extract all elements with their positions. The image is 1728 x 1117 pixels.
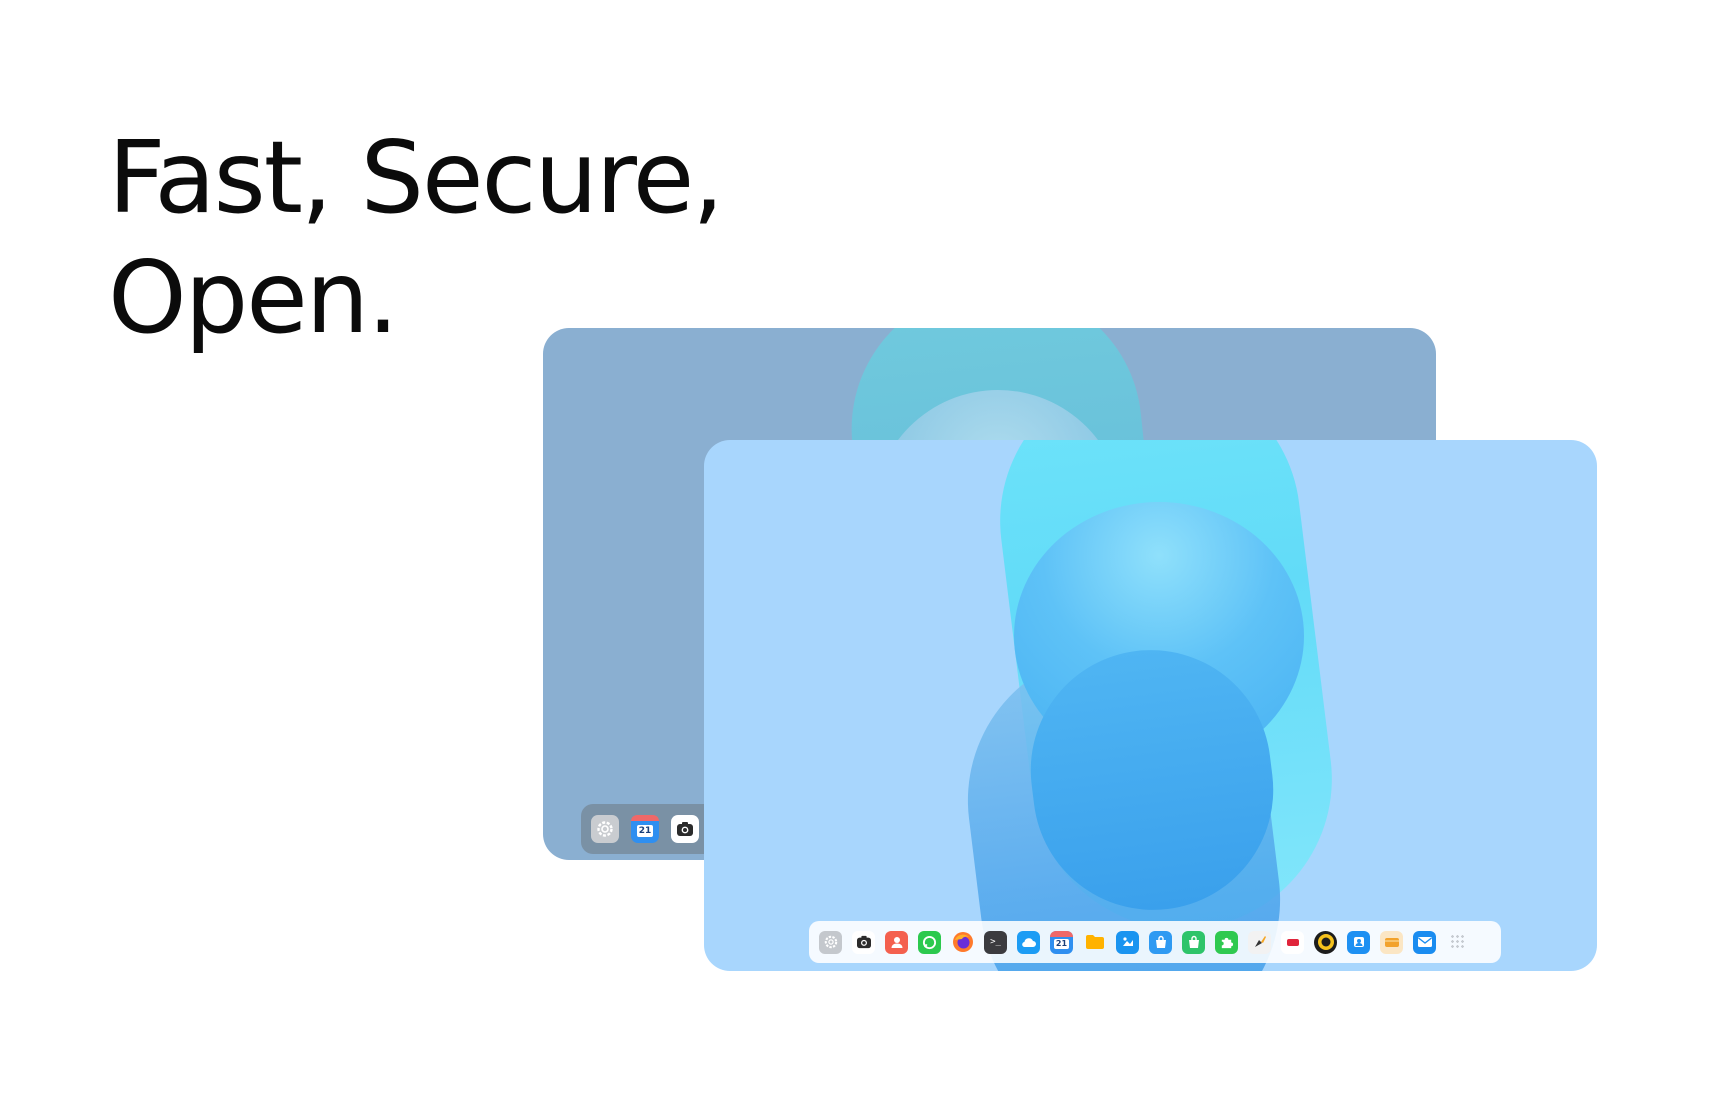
front-desktop-window: >_ 21 xyxy=(704,440,1597,971)
settings-icon[interactable] xyxy=(591,815,619,843)
mail-icon[interactable] xyxy=(1413,930,1436,954)
calendar-day: 21 xyxy=(636,825,654,837)
calendar-icon[interactable]: 21 xyxy=(631,815,659,843)
profile-icon[interactable] xyxy=(1347,930,1370,954)
calendar-icon[interactable]: 21 xyxy=(1050,930,1073,954)
store-icon[interactable] xyxy=(1149,930,1172,954)
headline: Fast, Secure, Open. xyxy=(108,118,724,358)
android-store-icon[interactable] xyxy=(1182,930,1205,954)
firefox-icon[interactable] xyxy=(951,931,974,954)
messages-icon[interactable] xyxy=(918,930,941,954)
weather-icon[interactable] xyxy=(1017,930,1040,954)
contacts-icon[interactable] xyxy=(885,930,908,954)
dock: >_ 21 xyxy=(809,921,1501,963)
app-grid-icon[interactable] xyxy=(1446,931,1469,954)
files-icon[interactable] xyxy=(1083,931,1106,954)
extensions-icon[interactable] xyxy=(1215,930,1238,954)
headline-line-1: Fast, Secure, xyxy=(108,119,724,236)
wallet-icon[interactable] xyxy=(1380,930,1403,954)
music-icon[interactable] xyxy=(1314,930,1337,954)
camera-icon[interactable] xyxy=(671,815,699,843)
settings-icon[interactable] xyxy=(819,930,842,954)
camera-icon[interactable] xyxy=(852,930,875,954)
notes-icon[interactable] xyxy=(1281,930,1304,954)
calendar-day: 21 xyxy=(1053,939,1070,949)
paint-icon[interactable] xyxy=(1248,930,1271,954)
photos-icon[interactable] xyxy=(1116,930,1139,954)
terminal-icon[interactable]: >_ xyxy=(984,930,1007,954)
